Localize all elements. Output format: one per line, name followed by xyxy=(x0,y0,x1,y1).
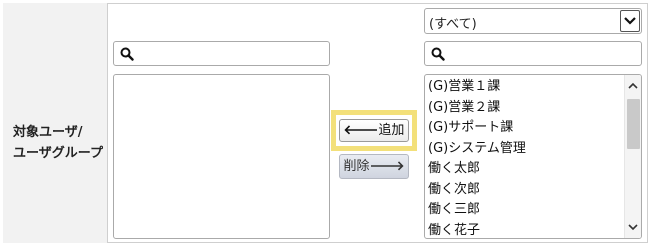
list-item[interactable]: 働く花子 xyxy=(428,221,526,239)
remove-button-label: 削除 xyxy=(343,159,370,174)
right-search-field[interactable] xyxy=(424,41,642,66)
list-item[interactable]: 働く三郎 xyxy=(428,200,526,221)
scrollbar-thumb[interactable] xyxy=(627,99,640,149)
arrow-right-icon: 🡒 xyxy=(369,159,405,174)
list-item[interactable]: (G)営業１課 xyxy=(428,77,526,98)
left-search-field[interactable] xyxy=(113,41,330,66)
scroll-down-icon[interactable] xyxy=(628,222,638,232)
list-item[interactable]: (G)営業２課 xyxy=(428,98,526,119)
list-item[interactable]: (G)サポート課 xyxy=(428,118,526,139)
field-label-line1: 対象ユーザ/ xyxy=(13,125,83,140)
field-label: 対象ユーザ/ ユーザグループ xyxy=(13,122,103,164)
candidate-list[interactable]: (G)営業１課 (G)営業２課 (G)サポート課 (G)システム管理 働く太郎 … xyxy=(424,74,642,239)
list-item[interactable]: 働く太郎 xyxy=(428,159,526,180)
chevron-down-icon[interactable] xyxy=(620,10,640,32)
group-filter-value: (すべて) xyxy=(429,17,477,32)
list-item[interactable]: 働く次郎 xyxy=(428,180,526,201)
field-label-line2: ユーザグループ xyxy=(13,146,103,161)
candidate-items: (G)営業１課 (G)営業２課 (G)サポート課 (G)システム管理 働く太郎 … xyxy=(428,77,526,239)
search-icon xyxy=(120,47,134,61)
list-item[interactable]: (G)システム管理 xyxy=(428,139,526,160)
remove-button[interactable]: 削除🡒 xyxy=(339,154,409,179)
search-icon xyxy=(431,47,445,61)
right-search-input[interactable] xyxy=(449,44,635,63)
add-button[interactable]: 🡐追加 xyxy=(339,119,409,142)
scroll-up-icon[interactable] xyxy=(628,81,638,91)
arrow-left-icon: 🡐 xyxy=(343,123,379,138)
candidate-list-scrollbar[interactable] xyxy=(624,75,641,238)
left-search-input[interactable] xyxy=(138,44,323,63)
add-button-label: 追加 xyxy=(378,123,405,138)
field-label-cell: 対象ユーザ/ ユーザグループ xyxy=(3,3,108,243)
selected-list[interactable] xyxy=(113,74,330,239)
group-filter-select[interactable]: (すべて) xyxy=(424,8,642,34)
